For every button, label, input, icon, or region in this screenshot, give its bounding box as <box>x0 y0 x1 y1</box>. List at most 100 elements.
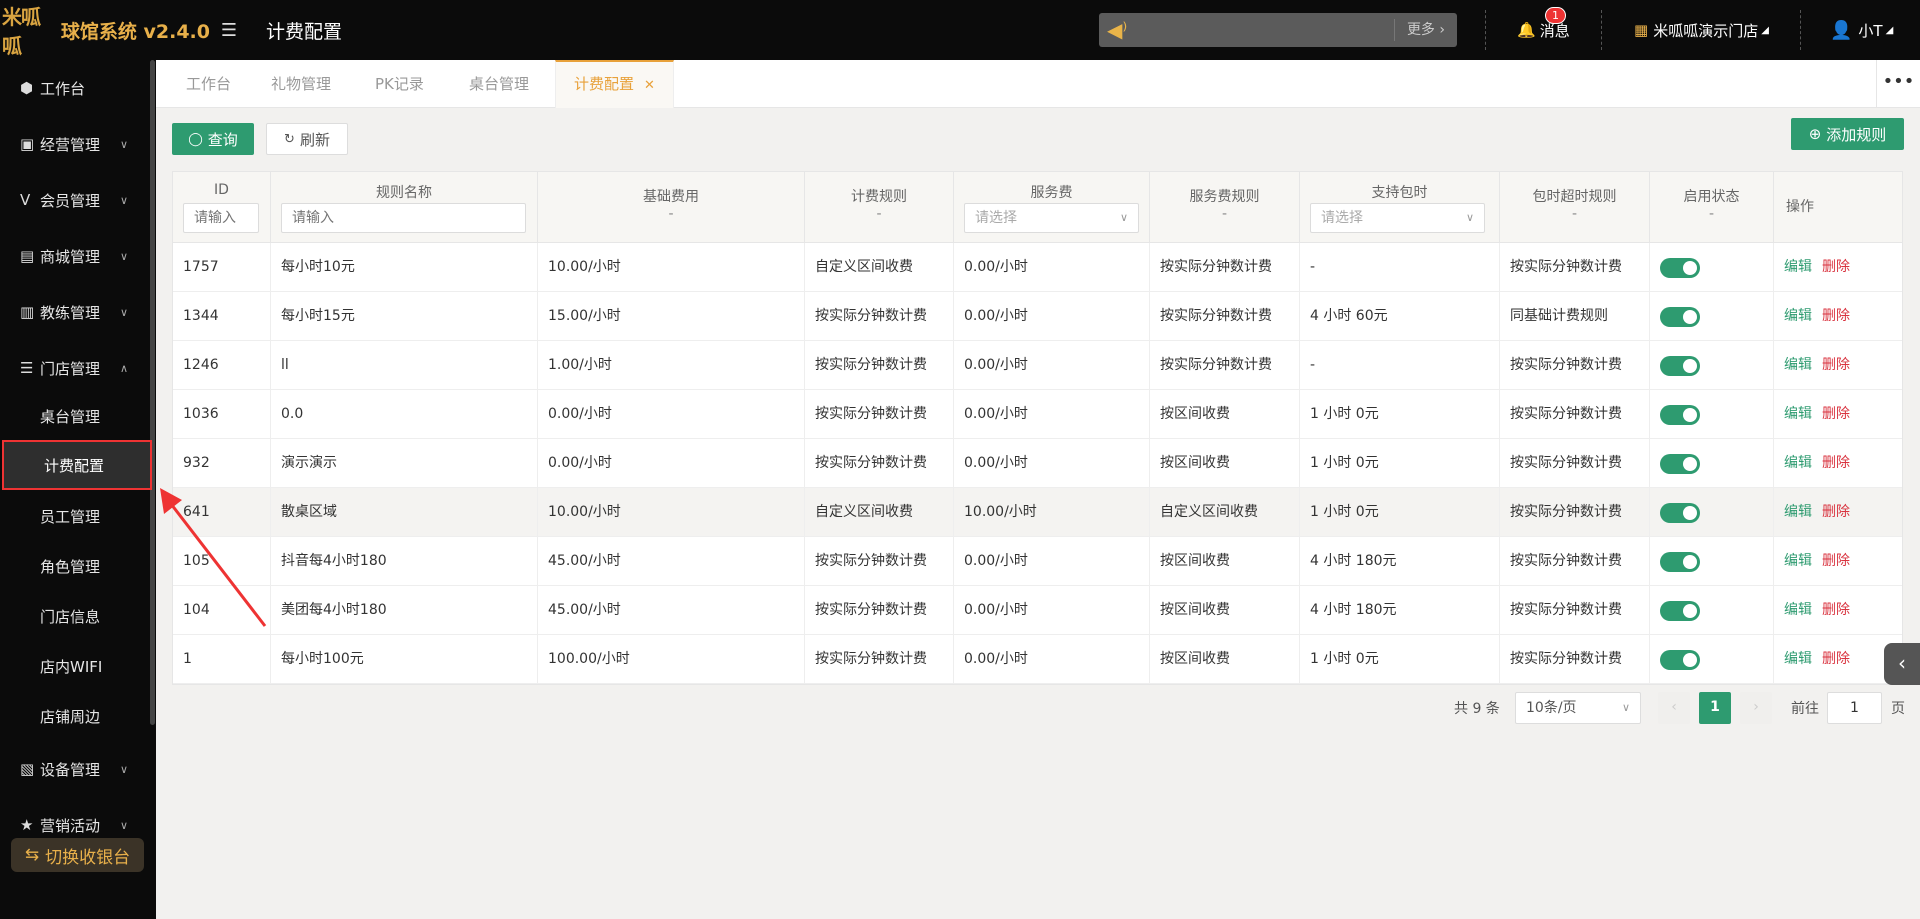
logo-mark: 米呱呱 <box>2 5 41 58</box>
page-size-select[interactable]: 10条/页 ∨ <box>1515 692 1641 724</box>
sidebar-subitem-staff[interactable]: 员工管理 <box>0 491 150 541</box>
status-toggle[interactable] <box>1660 405 1700 425</box>
name-filter-input[interactable] <box>281 203 526 233</box>
cell-base-fee: 45.00/小时 <box>538 537 805 586</box>
table-row: 1 每小时100元 100.00/小时 按实际分钟数计费 0.00/小时 按区间收费 1 小… <box>173 635 1902 684</box>
edit-link[interactable]: 编辑 <box>1784 455 1812 471</box>
sidebar-item-coaches[interactable]: ▥ 教练管理 ∨ <box>0 284 150 340</box>
switch-cashier-button[interactable]: ⇆ 切换收银台 <box>11 838 144 872</box>
cell-base-fee: 10.00/小时 <box>538 488 805 537</box>
delete-link[interactable]: 删除 <box>1822 651 1850 667</box>
delete-link[interactable]: 删除 <box>1822 357 1850 373</box>
sidebar-item-operations[interactable]: ▣ 经营管理 ∨ <box>0 116 150 172</box>
chevron-down-icon: ∨ <box>119 305 128 319</box>
status-toggle[interactable] <box>1660 601 1700 621</box>
cell-name: 美团每4小时180 <box>271 586 538 635</box>
cell-id: 1246 <box>173 341 271 390</box>
cell-name: 每小时10元 <box>271 243 538 292</box>
tab-tables[interactable]: 桌台管理 <box>469 60 529 108</box>
edit-link[interactable]: 编辑 <box>1784 259 1812 275</box>
delete-link[interactable]: 删除 <box>1822 455 1850 471</box>
add-rule-button[interactable]: ⊕ 添加规则 <box>1791 118 1904 150</box>
edit-link[interactable]: 编辑 <box>1784 553 1812 569</box>
table-row: 932 演示演示 0.00/小时 按实际分钟数计费 0.00/小时 按区间收费 1 小时 0… <box>173 439 1902 488</box>
top-bar: 米呱呱 球馆系统 v2.4.0 ☰ 计费配置 ◀⁾ 更多 › 🔔 消息 1 ▦ … <box>0 0 1920 60</box>
divider <box>1800 10 1801 50</box>
sidebar-item-label: 工作台 <box>40 79 86 98</box>
sidebar-subitem-billing[interactable]: 计费配置 <box>2 440 152 490</box>
status-toggle[interactable] <box>1660 650 1700 670</box>
next-page-button[interactable]: › <box>1740 692 1772 724</box>
status-toggle[interactable] <box>1660 454 1700 474</box>
query-button[interactable]: ◯ 查询 <box>172 123 254 155</box>
sidebar-subitem-tables[interactable]: 桌台管理 <box>0 391 150 441</box>
tab-workbench[interactable]: 工作台 <box>186 60 231 108</box>
device-icon: ▧ <box>20 760 35 778</box>
refresh-button[interactable]: ↻ 刷新 <box>266 123 348 155</box>
service-fee-select[interactable]: 请选择 ∨ <box>964 203 1139 233</box>
delete-link[interactable]: 删除 <box>1822 406 1850 422</box>
tab-pk-records[interactable]: PK记录 <box>375 60 424 108</box>
edit-link[interactable]: 编辑 <box>1784 357 1812 373</box>
cell-overtime-rule: 按实际分钟数计费 <box>1500 390 1650 439</box>
edit-link[interactable]: 编辑 <box>1784 406 1812 422</box>
close-icon[interactable]: ✕ <box>644 78 655 93</box>
collapse-panel-icon[interactable]: ‹ <box>1884 643 1920 685</box>
prev-page-button[interactable]: ‹ <box>1658 692 1690 724</box>
tab-gifts[interactable]: 礼物管理 <box>271 60 331 108</box>
goto-page-input[interactable]: 1 <box>1827 692 1882 724</box>
status-toggle[interactable] <box>1660 552 1700 572</box>
edit-link[interactable]: 编辑 <box>1784 504 1812 520</box>
delete-link[interactable]: 删除 <box>1822 259 1850 275</box>
cell-service-fee: 0.00/小时 <box>954 439 1150 488</box>
sidebar-item-members[interactable]: V 会员管理 ∨ <box>0 172 150 228</box>
delete-link[interactable]: 删除 <box>1822 504 1850 520</box>
status-toggle[interactable] <box>1660 356 1700 376</box>
cell-base-fee: 0.00/小时 <box>538 390 805 439</box>
edit-link[interactable]: 编辑 <box>1784 651 1812 667</box>
rules-table: ID 规则名称 基础费用 - 计费规则 - 服务费 请选择 ∨ 服务费规则 - … <box>172 171 1903 685</box>
sidebar-subitem-store-info[interactable]: 门店信息 <box>0 591 150 641</box>
cell-package: 1 小时 0元 <box>1300 439 1500 488</box>
sidebar-item-devices[interactable]: ▧ 设备管理 ∨ <box>0 741 150 797</box>
logo: 米呱呱 球馆系统 v2.4.0 <box>0 1 210 59</box>
header-label: 规则名称 <box>376 185 432 201</box>
id-filter-input[interactable] <box>183 203 259 233</box>
edit-link[interactable]: 编辑 <box>1784 308 1812 324</box>
sidebar-item-mall[interactable]: ▤ 商城管理 ∨ <box>0 228 150 284</box>
column-header-service-rule: 服务费规则 - <box>1150 172 1300 243</box>
sidebar-item-workbench[interactable]: ⬢ 工作台 <box>0 60 150 116</box>
store-selector[interactable]: ▦ 米呱呱演示门店 ◢ <box>1634 0 1769 60</box>
speaker-icon: ◀⁾ <box>1107 18 1128 42</box>
cell-status <box>1650 439 1774 488</box>
sidebar-item-label: 设备管理 <box>40 760 101 779</box>
notice-bar[interactable]: ◀⁾ 更多 › <box>1099 13 1457 47</box>
status-toggle[interactable] <box>1660 503 1700 523</box>
user-icon: 👤 <box>1830 19 1853 41</box>
select-placeholder: 请选择 <box>1321 210 1363 226</box>
delete-link[interactable]: 删除 <box>1822 553 1850 569</box>
status-toggle[interactable] <box>1660 258 1700 278</box>
sidebar-item-store[interactable]: ☰ 门店管理 ∧ <box>0 340 150 396</box>
status-toggle[interactable] <box>1660 307 1700 327</box>
menu-toggle-icon[interactable]: ☰ <box>214 20 244 41</box>
sidebar-subitem-nearby[interactable]: 店铺周边 <box>0 691 150 741</box>
delete-link[interactable]: 删除 <box>1822 308 1850 324</box>
sidebar-subitem-wifi[interactable]: 店内WIFI <box>0 641 150 691</box>
tab-billing[interactable]: 计费配置 ✕ <box>555 60 674 108</box>
package-select[interactable]: 请选择 ∨ <box>1310 203 1485 233</box>
page-number-current[interactable]: 1 <box>1699 692 1731 724</box>
messages-button[interactable]: 🔔 消息 1 <box>1517 0 1570 60</box>
delete-link[interactable]: 删除 <box>1822 602 1850 618</box>
edit-link[interactable]: 编辑 <box>1784 602 1812 618</box>
more-link[interactable]: 更多 › <box>1393 19 1457 41</box>
cell-ops: 编辑 删除 <box>1774 292 1904 341</box>
cell-ops: 编辑 删除 <box>1774 341 1904 390</box>
header-label: 基础费用 <box>643 189 699 205</box>
header-label: 包时超时规则 <box>1532 189 1617 205</box>
more-options-icon[interactable]: ••• <box>1876 60 1920 108</box>
sidebar-subitem-roles[interactable]: 角色管理 <box>0 541 150 591</box>
cell-package: 1 小时 0元 <box>1300 390 1500 439</box>
cell-service-rule: 按区间收费 <box>1150 635 1300 684</box>
user-menu[interactable]: 👤 小T ◢ <box>1830 0 1893 60</box>
